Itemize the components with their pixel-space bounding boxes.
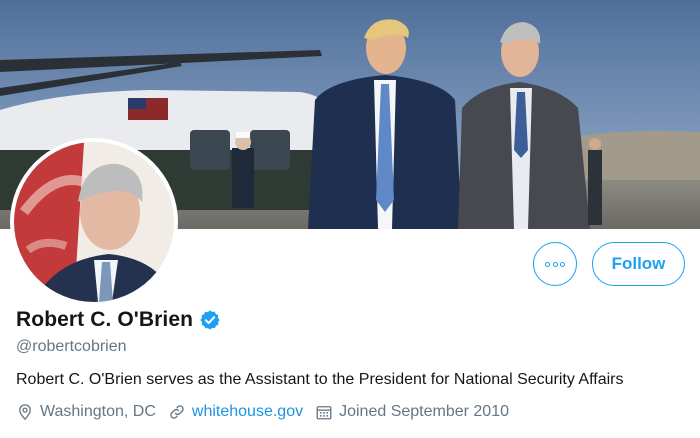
location-pin-icon [19,404,31,421]
profile-avatar[interactable] [10,138,178,306]
calendar-icon [316,406,332,420]
location-text: Washington, DC [40,403,156,420]
profile-name: Robert C. O'Brien [16,308,194,331]
profile-handle: @robertcobrien [16,338,127,355]
more-options-button[interactable] [533,242,577,286]
website-link[interactable]: whitehouse.gov [192,403,303,421]
joined-item: Joined September 2010 [315,403,509,421]
more-icon [545,261,551,267]
website-item: whitehouse.gov [168,403,303,421]
verified-badge-icon [200,310,220,330]
link-icon [170,405,184,419]
follow-button[interactable]: Follow [592,242,685,286]
more-icon [552,261,558,267]
profile-meta: Washington, DC whitehouse.gov Joined Sep… [16,403,521,421]
joined-text: Joined September 2010 [339,403,509,420]
profile-name-row: Robert C. O'Brien [16,308,221,332]
profile-bio: Robert C. O'Brien serves as the Assistan… [16,371,624,388]
more-icon [559,261,565,267]
location-item: Washington, DC [16,403,156,421]
